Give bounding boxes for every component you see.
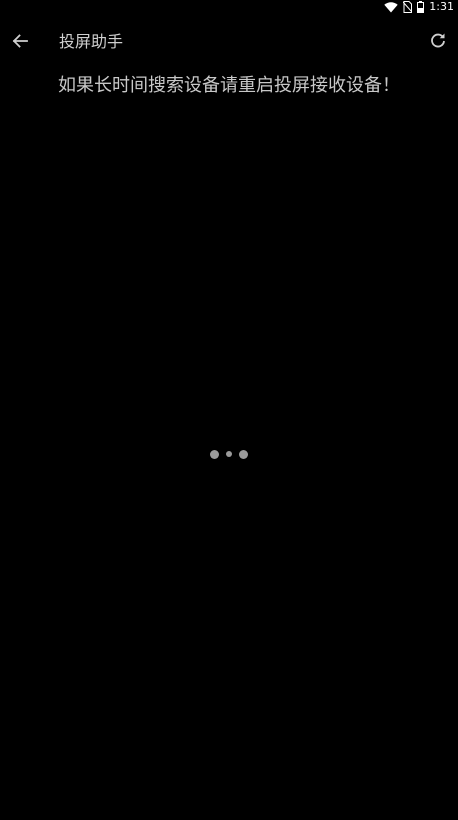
back-button[interactable]: [6, 28, 34, 56]
search-hint-text: 如果长时间搜索设备请重启投屏接收设备！: [58, 75, 400, 96]
refresh-icon: [430, 32, 446, 52]
loading-dot: [210, 449, 219, 459]
page-title: 投屏助手: [59, 32, 124, 51]
battery-icon: [417, 1, 425, 13]
status-bar: 1:31: [0, 0, 458, 14]
status-time: 1:31: [429, 0, 454, 13]
arrow-left-icon: [12, 33, 28, 52]
wifi-icon: [384, 1, 398, 13]
loading-dot: [239, 449, 248, 459]
refresh-button[interactable]: [424, 28, 452, 56]
loading-dots-icon: [210, 448, 248, 460]
loading-dot: [226, 451, 232, 457]
toolbar: 投屏助手: [0, 24, 458, 60]
no-sim-icon: [403, 1, 413, 13]
status-icons: 1:31: [384, 0, 454, 14]
